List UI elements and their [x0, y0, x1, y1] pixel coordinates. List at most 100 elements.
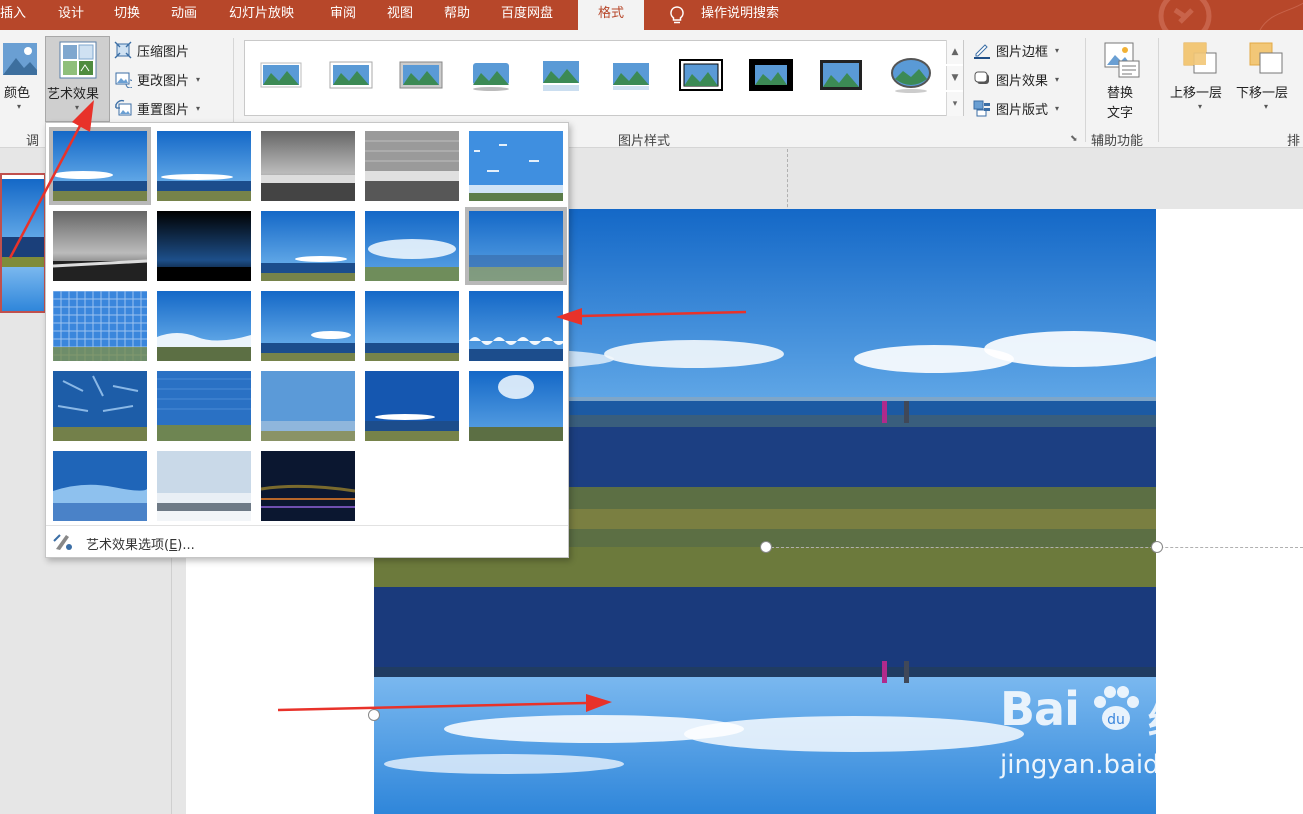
art-effect-crisscross-etching[interactable]	[261, 371, 355, 441]
gallery-scroll-up[interactable]: ▲	[946, 40, 963, 64]
art-effect-cement[interactable]	[53, 371, 147, 441]
color-button[interactable]: 颜色 ▾	[0, 36, 42, 122]
art-effects-dropdown: 艺术效果选项(E)...	[45, 122, 569, 558]
horizontal-guide	[766, 547, 1303, 548]
picture-effects-button[interactable]: 图片效果 ▾	[973, 68, 1059, 90]
art-effect-photocopy[interactable]	[157, 451, 251, 521]
chevron-down-icon: ▾	[1198, 102, 1203, 111]
watermark-brand-cn: 经验	[1148, 699, 1225, 743]
ribbon-tab-bar: 插入 设计 切换 动画 幻灯片放映 审阅 视图 帮助 百度网盘 格式 操作说明搜…	[0, 0, 1303, 43]
adjust-group-label: 调	[26, 134, 40, 149]
picture-style-7[interactable]	[677, 55, 725, 95]
group-separator	[1085, 38, 1086, 142]
tab-design[interactable]: 设计	[58, 0, 84, 30]
art-effect-options-text: 艺术效果选项(	[86, 537, 170, 553]
picture-style-4[interactable]	[467, 55, 515, 95]
art-effect-paint-brush[interactable]	[261, 211, 355, 281]
art-effect-marker[interactable]	[157, 131, 251, 201]
chevron-down-icon: ▾	[75, 103, 80, 112]
tab-slideshow[interactable]: 幻灯片放映	[229, 0, 294, 30]
art-effect-glow-diffused[interactable]	[365, 211, 459, 281]
change-picture-icon	[114, 70, 135, 89]
art-effect-pencil-grayscale[interactable]	[261, 131, 355, 201]
art-effect-options-menu-item[interactable]: 艺术效果选项(E)...	[52, 530, 195, 556]
picture-style-5[interactable]	[537, 55, 585, 95]
resize-handle-left[interactable]	[368, 709, 380, 721]
art-effect-line-drawing[interactable]	[469, 131, 563, 201]
art-effect-cutout[interactable]	[53, 451, 147, 521]
alt-text-button[interactable]: 替换 文字	[1095, 36, 1150, 122]
art-effect-paint-strokes[interactable]	[157, 211, 251, 281]
picture-styles-gallery	[244, 40, 964, 116]
alt-text-label-line1: 替换	[1107, 86, 1134, 101]
svg-text:du: du	[1107, 712, 1125, 728]
art-effect-options-suffix: )...	[177, 537, 195, 553]
chevron-down-icon: ▾	[17, 102, 22, 111]
picture-border-button[interactable]: 图片边框 ▾	[973, 39, 1059, 61]
picture-style-3[interactable]	[397, 55, 445, 95]
slide-thumbnail[interactable]	[0, 173, 46, 313]
art-effect-pastels-smooth[interactable]	[365, 371, 459, 441]
art-effect-watercolor-sponge[interactable]	[157, 291, 251, 361]
art-effect-texturizer[interactable]	[157, 371, 251, 441]
tab-transitions[interactable]: 切换	[114, 0, 140, 30]
group-separator	[1158, 38, 1159, 142]
resize-handle-top-middle[interactable]	[760, 541, 772, 553]
chevron-down-icon: ▾	[1055, 45, 1060, 55]
art-effect-options-label: 艺术效果选项(E)...	[86, 534, 195, 553]
picture-effects-label: 图片效果	[996, 73, 1049, 89]
compress-pictures-button[interactable]: 压缩图片	[114, 39, 189, 61]
tab-format[interactable]: 格式	[578, 0, 645, 30]
art-effect-glass[interactable]	[469, 291, 563, 361]
art-effects-button[interactable]: 艺术效果 ▾	[45, 36, 110, 122]
picture-style-9[interactable]	[817, 55, 865, 95]
tab-animations[interactable]: 动画	[171, 0, 197, 30]
chevron-down-icon: ▾	[196, 103, 201, 113]
gallery-scroll-down[interactable]: ▼	[946, 66, 963, 90]
art-effect-mosaic-bubbles[interactable]	[365, 291, 459, 361]
art-effect-plastic-wrap[interactable]	[469, 371, 563, 441]
art-effect-light-screen[interactable]	[53, 291, 147, 361]
alt-text-icon	[1103, 41, 1141, 83]
art-effect-film-grain[interactable]	[261, 291, 355, 361]
menu-divider	[46, 525, 568, 526]
dialog-launcher-icon[interactable]: ⬊	[1070, 134, 1078, 144]
art-effect-options-icon	[52, 531, 74, 555]
reset-picture-button[interactable]: 重置图片 ▾	[114, 97, 200, 119]
picture-style-6[interactable]	[607, 55, 655, 95]
art-effects-label: 艺术效果	[47, 87, 100, 102]
tab-help[interactable]: 帮助	[444, 0, 470, 30]
art-effect-pencil-sketch[interactable]	[365, 131, 459, 201]
tab-review[interactable]: 审阅	[330, 0, 356, 30]
art-effect-none[interactable]	[49, 127, 151, 205]
picture-border-label: 图片边框	[996, 44, 1049, 60]
picture-layout-button[interactable]: 图片版式 ▾	[973, 97, 1059, 119]
gallery-more[interactable]: ▾	[946, 92, 963, 116]
picture-style-8[interactable]	[747, 55, 795, 95]
compress-icon	[114, 41, 132, 59]
picture-effects-icon	[973, 70, 991, 88]
lightbulb-icon	[668, 5, 686, 29]
tab-insert[interactable]: 插入	[0, 0, 26, 30]
picture-style-1[interactable]	[257, 55, 305, 95]
color-label: 颜色	[4, 86, 31, 101]
compress-label: 压缩图片	[137, 44, 190, 60]
resize-handle-top-right[interactable]	[1151, 541, 1163, 553]
change-picture-button[interactable]: 更改图片 ▾	[114, 68, 200, 90]
send-backward-icon	[1248, 41, 1284, 79]
picture-style-2[interactable]	[327, 55, 375, 95]
art-effect-blur[interactable]	[465, 207, 567, 285]
color-icon	[2, 42, 38, 80]
bring-forward-label: 上移一层	[1170, 86, 1223, 101]
art-effect-chalk-sketch[interactable]	[53, 211, 147, 281]
tab-baidu-netdisk[interactable]: 百度网盘	[501, 0, 553, 30]
picture-style-10[interactable]	[887, 55, 935, 95]
bring-forward-button[interactable]: 上移一层 ▾	[1168, 36, 1232, 122]
tell-me-search[interactable]: 操作说明搜索	[701, 0, 779, 30]
tab-view[interactable]: 视图	[387, 0, 413, 30]
art-effect-glow-edges[interactable]	[261, 451, 355, 521]
send-backward-button[interactable]: 下移一层 ▾	[1234, 36, 1298, 122]
paw-logo-icon: du	[1086, 680, 1146, 744]
reset-picture-label: 重置图片	[137, 102, 190, 118]
watermark-brand: Bai	[1000, 682, 1080, 736]
